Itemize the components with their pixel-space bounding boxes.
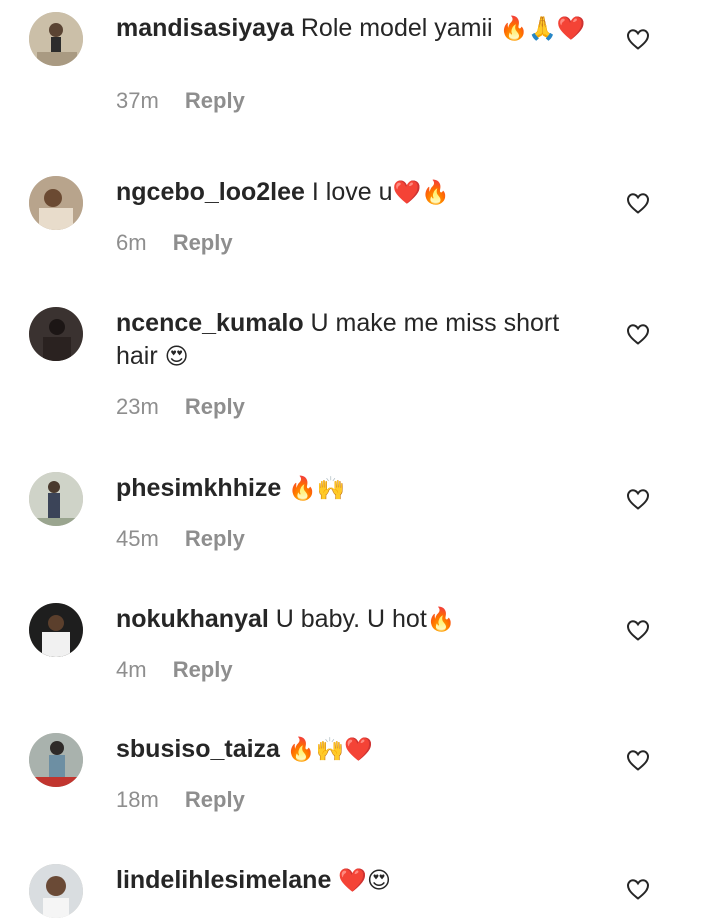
like-heart-icon[interactable] (626, 28, 650, 50)
like-heart-icon[interactable] (626, 192, 650, 214)
comment-emoji: ❤️😍 (338, 868, 391, 894)
avatar[interactable] (29, 864, 83, 918)
reply-button[interactable]: Reply (173, 230, 233, 255)
avatar[interactable] (29, 12, 83, 66)
comment-username[interactable]: ngcebo_loo2lee (116, 178, 305, 206)
reply-button[interactable]: Reply (185, 88, 245, 113)
comment-username[interactable]: sbusiso_taiza (116, 735, 280, 763)
avatar[interactable] (29, 733, 83, 787)
comment-username[interactable]: nokukhanyal (116, 605, 269, 633)
like-heart-icon[interactable] (626, 488, 650, 510)
comment-username[interactable]: mandisasiyaya (116, 14, 294, 42)
like-heart-icon[interactable] (626, 878, 650, 900)
comment-time: 23m (116, 394, 159, 419)
comment-text: Role model yamii (300, 14, 493, 42)
comment-emoji: 😍 (164, 344, 189, 370)
comment-username[interactable]: lindelihlesimelane (116, 866, 331, 894)
comment-emoji: 🔥 (426, 607, 456, 633)
comment-time: 18m (116, 787, 159, 812)
comment-emoji: 🔥🙌 (288, 476, 346, 502)
comment-emoji: 🔥🙌❤️ (286, 737, 373, 763)
like-heart-icon[interactable] (626, 323, 650, 345)
avatar[interactable] (29, 176, 83, 230)
like-heart-icon[interactable] (626, 749, 650, 771)
comment-time: 45m (116, 526, 159, 551)
avatar[interactable] (29, 603, 83, 657)
reply-button[interactable]: Reply (185, 526, 245, 551)
reply-button[interactable]: Reply (173, 657, 233, 682)
comment-username[interactable]: ncence_kumalo (116, 309, 304, 337)
comment-username[interactable]: phesimkhhize (116, 474, 281, 502)
avatar[interactable] (29, 472, 83, 526)
comment-time: 4m (116, 657, 147, 682)
avatar[interactable] (29, 307, 83, 361)
comment-emoji: 🔥🙏❤️ (499, 16, 586, 42)
comment-time: 6m (116, 230, 147, 255)
reply-button[interactable]: Reply (185, 394, 245, 419)
like-heart-icon[interactable] (626, 619, 650, 641)
comment-time: 37m (116, 88, 159, 113)
reply-button[interactable]: Reply (185, 787, 245, 812)
comment-emoji: ❤️🔥 (392, 180, 450, 206)
comment-text: U baby. U hot (275, 605, 427, 633)
comment-text: I love u (311, 178, 393, 206)
